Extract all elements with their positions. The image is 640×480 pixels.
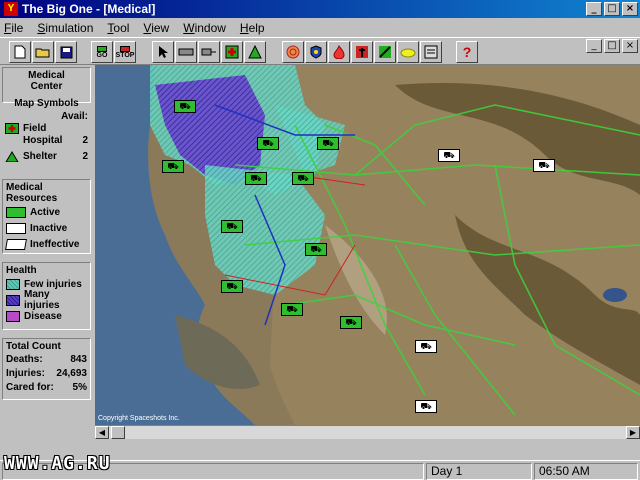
menu-bar: File Simulation Tool View Window Help _ … [0, 18, 640, 53]
resources-title-line2: Resources [6, 193, 58, 204]
go-button[interactable]: GO [91, 41, 113, 63]
deaths-value: 843 [70, 353, 87, 365]
map-copyright: Copyright Spaceshots Inc. [98, 415, 180, 422]
menu-simulation[interactable]: Simulation [37, 21, 93, 35]
close-button[interactable]: × [622, 2, 638, 16]
active-label: Active [30, 206, 61, 218]
ineffective-label: Ineffective [30, 238, 80, 250]
horizontal-scrollbar[interactable]: ◀ ▶ [95, 425, 640, 439]
panel-health: Health Few injuries Many injuries Diseas… [2, 262, 91, 330]
ambulance-active-icon[interactable]: ⛟ [221, 220, 243, 233]
field-hospital-count: 2 [82, 134, 88, 146]
medical-icon[interactable] [351, 41, 373, 63]
ambulance-inactive-icon[interactable]: ⛟ [533, 159, 555, 172]
toolbar: GO STOP ? [0, 37, 640, 65]
watermark: WWW.AG.RU [4, 453, 111, 474]
cared-for-value: 5% [72, 381, 87, 393]
scroll-left-icon[interactable]: ◀ [95, 426, 109, 439]
satellite-map[interactable]: Copyright Spaceshots Inc. ⛟ ⛟ ⛟ ⛟ ⛟ ⛟ ⛟ … [95, 65, 640, 425]
status-day: Day 1 [426, 463, 532, 480]
few-injuries-swatch [6, 278, 20, 290]
report-icon[interactable] [420, 41, 442, 63]
stop-button[interactable]: STOP [114, 41, 136, 63]
supplies-icon[interactable] [397, 41, 419, 63]
many-injuries-label: Many injuries [24, 289, 60, 311]
map-symbols-title: Map Symbols [14, 98, 79, 109]
menu-file[interactable]: File [4, 21, 23, 35]
active-ambulance-icon [6, 206, 26, 218]
few-injuries-label: Few injuries [24, 278, 82, 290]
total-count-title: Total Count [6, 341, 61, 352]
pointer-icon[interactable] [152, 41, 174, 63]
deaths-label: Deaths: [6, 353, 43, 365]
shelter-icon [5, 150, 19, 162]
field-hospital-icon [5, 123, 19, 134]
shelter-tool-icon[interactable] [244, 41, 266, 63]
ambulance-active-icon[interactable]: ⛟ [257, 137, 279, 150]
panel-medical-resources: Medical Resources Active Inactive Ineffe… [2, 179, 91, 254]
field-hospital-tool-icon[interactable] [221, 41, 243, 63]
ambulance-active-icon[interactable]: ⛟ [221, 280, 243, 293]
shelter-count: 2 [82, 150, 88, 162]
title-bar: Y The Big One - [Medical] _ □ × [0, 0, 640, 18]
sidebar-title-line2: Center [30, 81, 63, 92]
police-badge-icon[interactable] [305, 41, 327, 63]
ambulance-active-icon[interactable]: ⛟ [340, 316, 362, 329]
cared-for-label: Cared for: [6, 381, 54, 393]
menu-help[interactable]: Help [240, 21, 265, 35]
ambulance-active-icon[interactable]: ⛟ [245, 172, 267, 185]
disease-swatch [6, 310, 20, 322]
ineffective-ambulance-icon [5, 238, 27, 250]
scroll-thumb[interactable] [111, 426, 125, 439]
help-button[interactable]: ? [456, 41, 478, 63]
panel-total-count: Total Count Deaths: 843 Injuries: 24,693 C… [2, 338, 91, 400]
ambulance-active-icon[interactable]: ⛟ [162, 160, 184, 173]
quake-icon[interactable] [282, 41, 304, 63]
avail-label: Avail: [61, 110, 88, 122]
ambulance-inactive-icon[interactable]: ⛟ [415, 400, 437, 413]
panel-map-symbols: Map Symbols Avail: Field Hospital 2 Shel… [2, 96, 91, 177]
vehicle-tool-icon[interactable] [175, 41, 197, 63]
field-hospital-label-line2: Hospital [23, 134, 63, 146]
injuries-value: 24,693 [56, 367, 87, 379]
inactive-label: Inactive [30, 222, 68, 234]
ambulance-active-icon[interactable]: ⛟ [292, 172, 314, 185]
window-title: The Big One - [Medical] [22, 2, 156, 16]
ambulance-active-icon[interactable]: ⛟ [174, 100, 196, 113]
minimize-button[interactable]: _ [586, 2, 602, 16]
scroll-right-icon[interactable]: ▶ [626, 426, 640, 439]
field-hospital-label-line1: Field [23, 123, 47, 134]
ambulance-active-icon[interactable]: ⛟ [305, 243, 327, 256]
app-icon[interactable]: Y [4, 2, 18, 16]
inactive-ambulance-icon [6, 222, 26, 234]
disease-label: Disease [24, 310, 62, 322]
sidebar: Medical Center Map Symbols Avail: Field … [0, 65, 94, 465]
save-disk-icon[interactable] [55, 41, 77, 63]
menu-view[interactable]: View [143, 21, 169, 35]
move-tool-icon[interactable] [198, 41, 220, 63]
ambulance-inactive-icon[interactable]: ⛟ [415, 340, 437, 353]
menu-window[interactable]: Window [183, 21, 226, 35]
open-folder-icon[interactable] [32, 41, 54, 63]
ambulance-active-icon[interactable]: ⛟ [317, 137, 339, 150]
ambulance-active-icon[interactable]: ⛟ [281, 303, 303, 316]
many-injuries-swatch [6, 294, 20, 306]
ambulance-inactive-icon[interactable]: ⛟ [438, 149, 460, 162]
menu-tool[interactable]: Tool [107, 21, 129, 35]
health-title: Health [6, 265, 37, 276]
sidebar-title-line1: Medical [28, 70, 65, 81]
fire-icon[interactable] [328, 41, 350, 63]
status-time: 06:50 AM [534, 463, 638, 480]
hazmat-icon[interactable] [374, 41, 396, 63]
injuries-label: Injuries: [6, 367, 45, 379]
shelter-label: Shelter [23, 150, 57, 162]
map-terrain [95, 65, 640, 425]
resources-title-line1: Medical [6, 182, 43, 193]
maximize-button[interactable]: □ [604, 2, 620, 16]
new-file-icon[interactable] [9, 41, 31, 63]
